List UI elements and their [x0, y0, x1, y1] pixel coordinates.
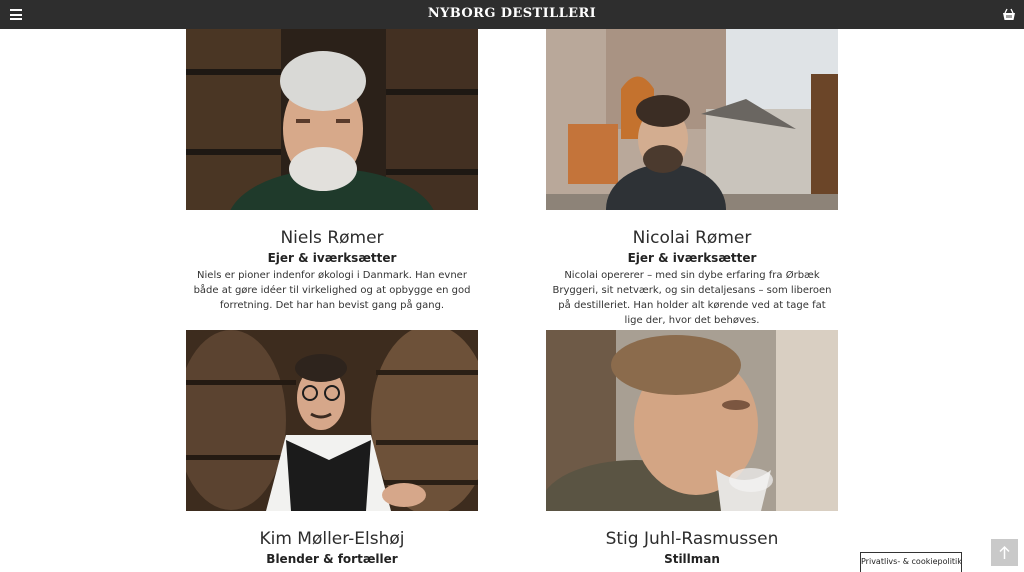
- member-name: Niels Rømer: [280, 228, 384, 248]
- portrait-photo: [186, 29, 478, 210]
- team-card: Nicolai Rømer Ejer & iværksætter Nicolai…: [546, 29, 838, 328]
- shopping-basket-icon[interactable]: [1002, 7, 1016, 21]
- brand-logo[interactable]: NYBORG DESTILLERI: [0, 6, 1024, 21]
- member-role: Blender & fortæller: [266, 552, 398, 566]
- portrait-photo: [186, 330, 478, 511]
- portrait-photo: [546, 29, 838, 210]
- portrait-photo: [546, 330, 838, 511]
- member-name: Nicolai Rømer: [632, 228, 752, 248]
- member-bio: Niels er pioner indenfor økologi i Danma…: [193, 270, 471, 311]
- member-role: Ejer & iværksætter: [267, 251, 397, 265]
- member-bio: Nicolai opererer – med sin dybe erfaring…: [552, 270, 832, 326]
- member-name: Stig Juhl-Rasmussen: [605, 529, 779, 549]
- member-role: Ejer & iværksætter: [627, 251, 757, 265]
- privacy-policy-button[interactable]: Privatlivs- & cookiepolitik: [860, 552, 962, 572]
- team-card: Kim Møller-Elshøj Blender & fortæller: [186, 330, 478, 567]
- member-name: Kim Møller-Elshøj: [259, 529, 405, 549]
- team-card: Niels Rømer Ejer & iværksætter Niels er …: [186, 29, 478, 313]
- team-card: Stig Juhl-Rasmussen Stillman: [546, 330, 838, 567]
- arrow-up-icon: [999, 545, 1010, 559]
- top-navigation-bar: NYBORG DESTILLERI: [0, 0, 1024, 29]
- scroll-to-top-button[interactable]: [991, 539, 1018, 566]
- member-role: Stillman: [664, 552, 720, 566]
